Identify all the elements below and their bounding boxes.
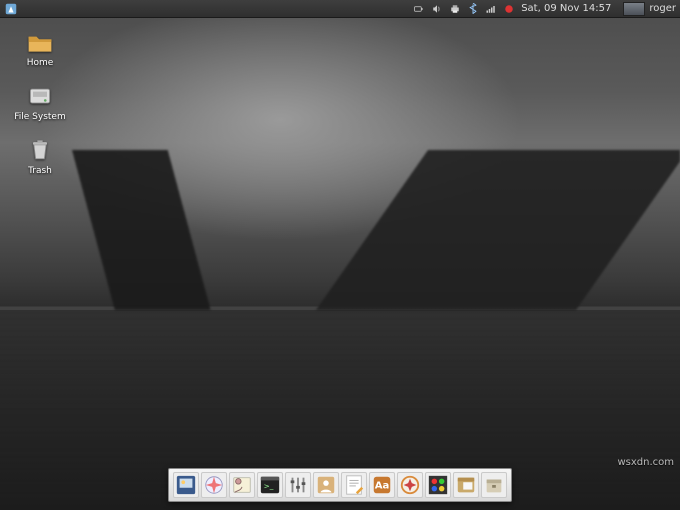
desktop-icon-label: File System [14, 112, 65, 122]
desktop-icon-label: Trash [28, 166, 52, 176]
applications-menu-button[interactable] [4, 2, 18, 16]
svg-text:Aa: Aa [375, 481, 390, 492]
contacts-app-icon[interactable] [313, 472, 339, 498]
drive-icon [26, 82, 54, 110]
watermark: wsxdn.com [617, 457, 674, 468]
desktop-icon-label: Home [27, 58, 54, 68]
svg-text:>_: >_ [264, 482, 274, 491]
trash-icon [26, 136, 54, 164]
textedit-app-icon[interactable] [341, 472, 367, 498]
top-panel: Sat, 09 Nov 14:57 roger [0, 0, 680, 18]
terminal-app-icon[interactable]: >_ [257, 472, 283, 498]
desktop-icon-filesystem[interactable]: File System [12, 82, 68, 122]
dock: >_ Aa [168, 468, 512, 502]
desktop-icon-home[interactable]: Home [12, 28, 68, 68]
updates-icon[interactable] [503, 3, 515, 15]
compass-app-icon[interactable] [397, 472, 423, 498]
archive-app-icon[interactable] [481, 472, 507, 498]
power-icon[interactable] [413, 3, 425, 15]
desktop-icon-trash[interactable]: Trash [12, 136, 68, 176]
user-menu[interactable]: roger [623, 2, 676, 16]
settings-app-icon[interactable] [285, 472, 311, 498]
files-app-icon[interactable] [453, 472, 479, 498]
screenshot-app-icon[interactable] [173, 472, 199, 498]
clock[interactable]: Sat, 09 Nov 14:57 [521, 3, 611, 14]
bluetooth-icon[interactable] [467, 3, 479, 15]
network-signal-icon[interactable] [485, 3, 497, 15]
wallpaper-mountains [0, 150, 680, 310]
user-avatar [623, 2, 645, 16]
system-tray: Sat, 09 Nov 14:57 roger [413, 2, 676, 16]
folder-home-icon [26, 28, 54, 56]
printer-icon[interactable] [449, 3, 461, 15]
volume-icon[interactable] [431, 3, 443, 15]
mail-app-icon[interactable] [229, 472, 255, 498]
desktop-icons: Home File System Trash [12, 28, 68, 176]
safari-browser-icon[interactable] [201, 472, 227, 498]
user-name: roger [649, 3, 676, 14]
dictionary-app-icon[interactable]: Aa [369, 472, 395, 498]
appearance-app-icon[interactable] [425, 472, 451, 498]
